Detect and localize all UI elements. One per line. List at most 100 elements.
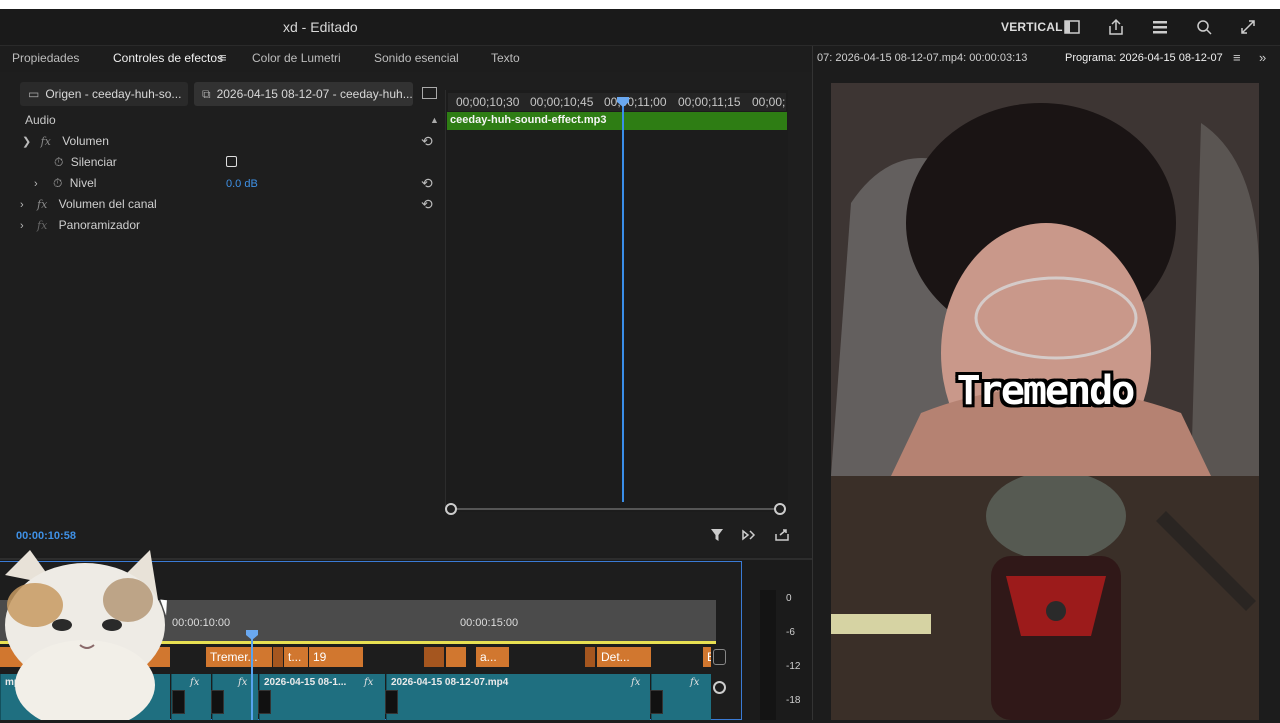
property-row-nivel: › ⏱ Nivel <box>34 176 96 196</box>
program-video-frame[interactable]: Tremendo <box>831 83 1259 720</box>
scroll-handle-right[interactable] <box>774 503 786 515</box>
clip-thumbnail <box>211 690 224 714</box>
clip-thumbnail <box>258 690 271 714</box>
webcam-illustration <box>831 83 1259 483</box>
tab-sonido-esencial[interactable]: Sonido esencial <box>374 51 459 65</box>
caption-clip[interactable] <box>273 647 283 667</box>
share-icon[interactable] <box>1106 17 1126 37</box>
play-audio-icon[interactable] <box>741 527 757 543</box>
sequence-playhead-line[interactable] <box>251 630 253 720</box>
fullscreen-icon[interactable] <box>1238 17 1258 37</box>
chevron-right-icon[interactable]: › <box>20 199 24 211</box>
game-video <box>831 471 1259 720</box>
tab-menu-icon[interactable]: ≡ <box>219 50 227 65</box>
tab-menu-icon[interactable]: ≡ <box>1233 50 1241 65</box>
cat-illustration <box>5 550 165 723</box>
caption-clip[interactable]: t... <box>284 647 308 667</box>
track-scroll-handle[interactable] <box>713 649 726 665</box>
chevron-right-icon[interactable]: › <box>34 178 38 190</box>
clip-thumbnail <box>385 690 398 714</box>
ruler-label: 00;00;10;45 <box>530 95 594 109</box>
audio-meter <box>760 590 776 720</box>
caption-clip[interactable] <box>446 647 466 667</box>
caption-clip[interactable] <box>585 647 595 667</box>
tab-color-lumetri[interactable]: Color de Lumetri <box>252 51 341 65</box>
panel-layout-icon[interactable] <box>1062 17 1082 37</box>
property-label-silenciar: Silenciar <box>70 155 117 169</box>
meter-label: -6 <box>786 627 795 638</box>
fx-badge: fx <box>690 677 700 688</box>
fx-badge: fx <box>238 677 248 688</box>
filter-icon[interactable] <box>709 527 725 543</box>
ruler-label: 00;00;11;00 <box>604 95 667 109</box>
program-monitor-tab[interactable]: Programa: 2026-04-15 08-12-07 <box>1065 52 1223 64</box>
source-clip-label: Origen - ceeday-huh-so... <box>45 87 182 101</box>
effect-row-volumen[interactable]: ❯ fx Volumen <box>22 134 109 154</box>
fx-badge: fx <box>364 677 374 688</box>
zoom-search-icon[interactable] <box>1194 17 1214 37</box>
sequence-clip-tab[interactable]: ⧉ 2026-04-15 08-12-07 - ceeday-huh... <box>194 82 413 106</box>
fx-badge: fx <box>190 677 200 688</box>
current-timecode[interactable]: 00:00:10:58 <box>16 530 76 542</box>
track-zoom-handle[interactable] <box>713 681 726 694</box>
tab-controles-efectos[interactable]: Controles de efectos <box>113 51 223 65</box>
scroll-handle-left[interactable] <box>445 503 457 515</box>
fx-icon[interactable]: fx <box>37 219 47 232</box>
panel-tabs: Propiedades Controles de efectos ≡ Color… <box>0 46 810 72</box>
silenciar-checkbox[interactable] <box>226 156 237 167</box>
caption-clip[interactable]: a... <box>476 647 509 667</box>
window-title: xd - Editado <box>283 19 358 35</box>
export-icon[interactable] <box>774 527 790 543</box>
meter-label: 0 <box>786 593 792 604</box>
stopwatch-icon[interactable]: ⏱ <box>53 176 62 190</box>
chevron-down-icon[interactable]: ❯ <box>22 136 31 148</box>
nivel-value[interactable]: 0.0 dB <box>226 178 258 190</box>
tab-propiedades[interactable]: Propiedades <box>12 51 79 65</box>
stopwatch-icon[interactable]: ⏱ <box>54 155 63 169</box>
effect-label-panoramizador: Panoramizador <box>58 218 141 232</box>
menu-stack-icon[interactable] <box>1150 17 1170 37</box>
ruler-timecode: 00:00:10:00 <box>172 617 231 629</box>
title-bar: xd - Editado VERTICAL <box>0 9 1280 46</box>
workspace-selector[interactable]: VERTICAL <box>1001 20 1063 34</box>
effect-label-volumen-canal: Volumen del canal <box>58 197 157 211</box>
clip-icon: ▭ <box>28 87 40 101</box>
property-row-silenciar: ⏱ Silenciar <box>54 155 117 175</box>
reset-icon[interactable]: ⟲ <box>421 175 433 192</box>
fx-icon[interactable]: fx <box>37 198 47 211</box>
video-clip[interactable]: 2026-04-15 08-12-07.mp4 <box>386 674 650 720</box>
section-label-audio: Audio <box>25 113 56 127</box>
ruler-label: 00;00;10;30 <box>456 95 520 109</box>
source-monitor-tab[interactable]: 07: 2026-04-15 08-12-07.mp4: 00:00:03:13 <box>817 52 1027 64</box>
fx-icon[interactable]: fx <box>41 135 51 148</box>
effect-label-volumen: Volumen <box>62 134 109 148</box>
ruler-timecode: 00:00:15:00 <box>460 617 519 629</box>
audio-clip-bar[interactable]: ceeday-huh-sound-effect.mp3 <box>447 112 787 130</box>
playhead-line[interactable] <box>622 100 624 502</box>
caption-overlay: Tremendo <box>956 368 1136 414</box>
collapse-up-icon[interactable]: ▲ <box>430 115 439 125</box>
meter-label: -18 <box>786 695 801 706</box>
sequence-icon: ⧉ <box>202 87 211 101</box>
tab-texto[interactable]: Texto <box>491 51 520 65</box>
meter-label: -12 <box>786 661 801 672</box>
reset-icon[interactable]: ⟲ <box>421 196 433 213</box>
effect-row-volumen-canal[interactable]: › fx Volumen del canal <box>20 197 157 217</box>
timeline-scrollbar[interactable] <box>451 508 781 510</box>
game-illustration <box>831 471 1259 720</box>
caption-clip[interactable]: 19 <box>309 647 363 667</box>
caption-clip[interactable]: E <box>703 647 711 667</box>
caption-clip[interactable] <box>424 647 444 667</box>
chevron-right-icon[interactable]: » <box>1259 50 1266 65</box>
toggle-timeline-icon[interactable] <box>422 87 437 99</box>
effect-row-panoramizador[interactable]: › fx Panoramizador <box>20 218 140 238</box>
chevron-right-icon[interactable]: › <box>20 220 24 232</box>
cat-overlay-image <box>0 545 175 723</box>
effect-timeline[interactable] <box>445 90 788 512</box>
reset-icon[interactable]: ⟲ <box>421 133 433 150</box>
source-clip-tab[interactable]: ▭ Origen - ceeday-huh-so... <box>20 82 188 106</box>
caption-clip[interactable]: Det... <box>597 647 651 667</box>
webcam-video <box>831 83 1259 483</box>
caption-clip[interactable]: Tremer... <box>206 647 272 667</box>
ruler-label: 00;00;11;15 <box>678 95 741 109</box>
